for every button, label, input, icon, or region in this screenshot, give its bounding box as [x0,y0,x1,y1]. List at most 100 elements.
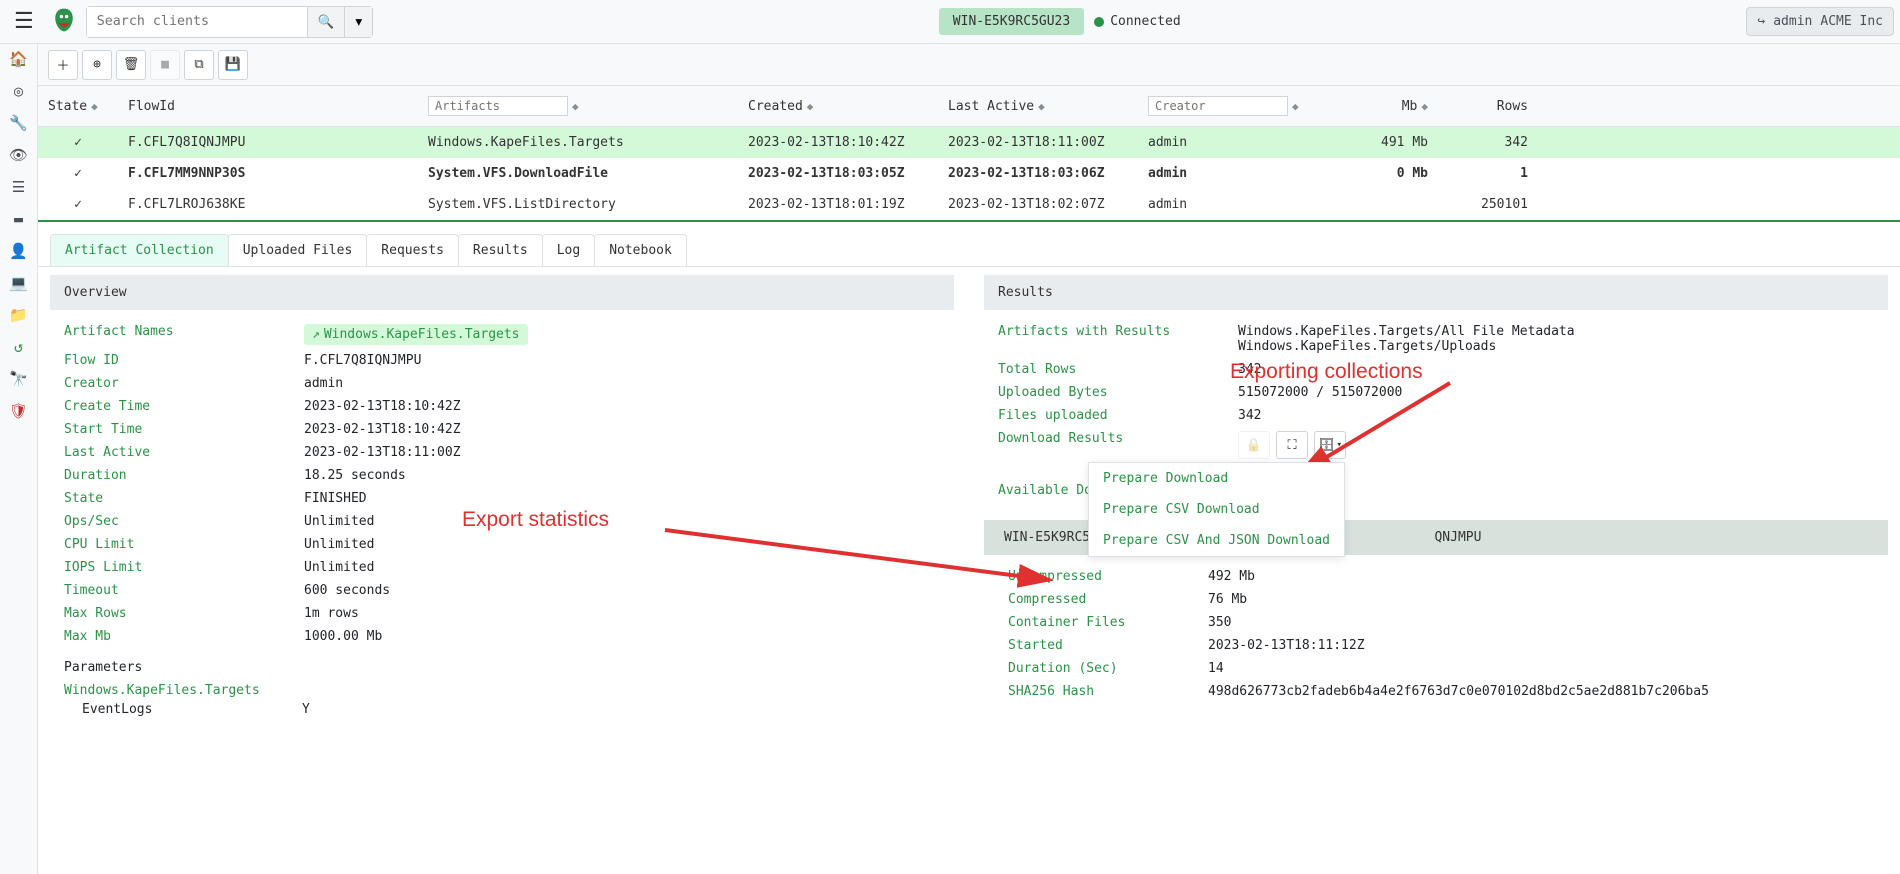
client-search: 🔍 ▾ [86,6,373,38]
started-label: Started [1008,638,1208,653]
external-link-icon: ↗ [312,327,320,342]
prepare-download-item[interactable]: Prepare Download [1089,463,1344,494]
cpu-value: Unlimited [304,537,940,552]
row-mb: 491 Mb [1338,131,1438,154]
table-row[interactable]: ✓F.CFL7Q8IQNJMPUWindows.KapeFiles.Target… [38,127,1900,158]
archive-dropdown-button[interactable]: 🗄▾ Prepare Download Prepare CSV Download… [1314,431,1346,459]
row-creator: admin [1138,162,1338,185]
save-button[interactable]: 💾 [218,50,248,80]
artifact-names-label: Artifact Names [64,324,304,345]
flow-id-value: F.CFL7Q8IQNJMPU [304,353,940,368]
start-time-value: 2023-02-13T18:10:42Z [304,422,940,437]
row-state: ✓ [38,193,118,216]
archive-icon: 🗄 [1318,438,1335,453]
creator-value: admin [304,376,940,391]
lock-button: 🔒 [1238,431,1270,459]
target-button[interactable]: ⊕ [82,50,112,80]
timeout-label: Timeout [64,583,304,598]
left-sidebar: 🏠 ◎ 🔧 👁 ☰ ▬ 👤 💻 📁 ↺ 🔭 🛡 [0,44,38,874]
client-name-badge[interactable]: WIN-E5K9RC5GU23 [939,8,1084,35]
col-mb[interactable]: Mb◆ [1338,93,1438,120]
delete-button[interactable]: 🗑 [116,50,146,80]
started-value: 2023-02-13T18:11:12Z [1208,638,1864,653]
expand-icon: ⛶ [1287,438,1296,453]
param-artifact-name: Windows.KapeFiles.Targets [64,683,940,698]
download-toolbar: 🔒 ⛶ 🗄▾ Prepare Download Prepare CSV Down… [1238,431,1874,459]
velociraptor-logo-icon[interactable] [50,6,78,38]
search-icon: 🔍 [318,14,335,29]
start-time-label: Start Time [64,422,304,437]
container-files-value: 350 [1208,615,1864,630]
server-icon[interactable]: ☰ [12,178,25,196]
last-active-value: 2023-02-13T18:11:00Z [304,445,940,460]
detail-tabs: Artifact CollectionUploaded FilesRequest… [38,222,1900,267]
logout-icon: ↪ [1757,14,1765,29]
book-icon[interactable]: ▬ [14,210,23,228]
col-rows[interactable]: Rows [1438,93,1538,120]
maxmb-label: Max Mb [64,629,304,644]
ops-label: Ops/Sec [64,514,304,529]
prepare-csv-item[interactable]: Prepare CSV Download [1089,494,1344,525]
tab-requests[interactable]: Requests [366,234,459,266]
creator-label: Creator [64,376,304,391]
duration-value: 18.25 seconds [304,468,940,483]
home-icon[interactable]: 🏠 [9,50,28,68]
laptop-icon[interactable]: 💻 [9,274,28,292]
col-state[interactable]: State◆ [38,93,118,120]
top-bar: ☰ 🔍 ▾ WIN-E5K9RC5GU23 Connected ↪ admin … [0,0,1900,44]
search-button[interactable]: 🔍 [307,7,345,37]
table-row[interactable]: ✓F.CFL7MM9NNP30SSystem.VFS.DownloadFile2… [38,158,1900,189]
col-flowid[interactable]: FlowId [118,93,418,120]
cpu-label: CPU Limit [64,537,304,552]
col-created[interactable]: Created◆ [738,93,938,120]
prepare-csv-json-item[interactable]: Prepare CSV And JSON Download [1089,525,1344,556]
user-menu[interactable]: ↪ admin ACME Inc [1746,7,1894,36]
eye-icon[interactable]: 👁 [9,146,28,164]
user-icon[interactable]: 👤 [9,242,28,260]
row-last-active: 2023-02-13T18:02:07Z [938,193,1138,216]
param-eventlogs-value: Y [302,702,940,717]
download-results-label: Download Results [998,431,1238,459]
col-artifacts[interactable]: ◆ [418,90,738,122]
col-last-active[interactable]: Last Active◆ [938,93,1138,120]
search-dropdown-button[interactable]: ▾ [344,7,372,37]
param-eventlogs-label: EventLogs [82,702,302,717]
tab-results[interactable]: Results [458,234,543,266]
row-created: 2023-02-13T18:03:05Z [738,162,938,185]
overview-panel: Overview Artifact Names↗Windows.KapeFile… [50,267,954,862]
sha256-value: 498d626773cb2fadeb6b4a4e2f6763d7c0e07010… [1208,684,1864,699]
row-rowcount: 1 [1438,162,1538,185]
tab-log[interactable]: Log [542,234,595,266]
results-panel: Results Artifacts with ResultsWindows.Ka… [984,267,1888,862]
col-creator[interactable]: ◆ [1138,90,1338,122]
maxmb-value: 1000.00 Mb [304,629,940,644]
files-uploaded-value: 342 [1238,408,1874,423]
table-row[interactable]: ✓F.CFL7LROJ638KESystem.VFS.ListDirectory… [38,189,1900,220]
flows-table: State◆ FlowId ◆ Created◆ Last Active◆ ◆ … [38,86,1900,222]
folder-icon[interactable]: 📁 [9,306,28,324]
tab-uploaded-files[interactable]: Uploaded Files [228,234,368,266]
search-input[interactable] [87,7,307,37]
binoculars-icon[interactable]: 🔭 [9,370,28,388]
artifacts-filter-input[interactable] [428,96,568,116]
expand-button[interactable]: ⛶ [1276,431,1308,459]
target-icon[interactable]: ◎ [14,82,23,100]
row-rowcount: 250101 [1438,193,1538,216]
artifact-link[interactable]: ↗Windows.KapeFiles.Targets [304,324,528,345]
copy-button[interactable]: ⧉ [184,50,214,80]
duration-sec-value: 14 [1208,661,1864,676]
history-icon[interactable]: ↺ [14,338,23,356]
create-time-value: 2023-02-13T18:10:42Z [304,399,940,414]
tab-artifact-collection[interactable]: Artifact Collection [50,234,229,266]
row-state: ✓ [38,131,118,154]
wrench-icon[interactable]: 🔧 [9,114,28,132]
state-label: State [64,491,304,506]
creator-filter-input[interactable] [1148,96,1288,116]
total-rows-value: 342 [1238,362,1874,377]
tab-notebook[interactable]: Notebook [594,234,687,266]
shield-icon[interactable]: 🛡 [9,402,28,420]
duration-label: Duration [64,468,304,483]
hamburger-icon[interactable]: ☰ [6,5,42,38]
row-artifact: System.VFS.ListDirectory [418,193,738,216]
add-button[interactable]: ＋ [48,50,78,80]
